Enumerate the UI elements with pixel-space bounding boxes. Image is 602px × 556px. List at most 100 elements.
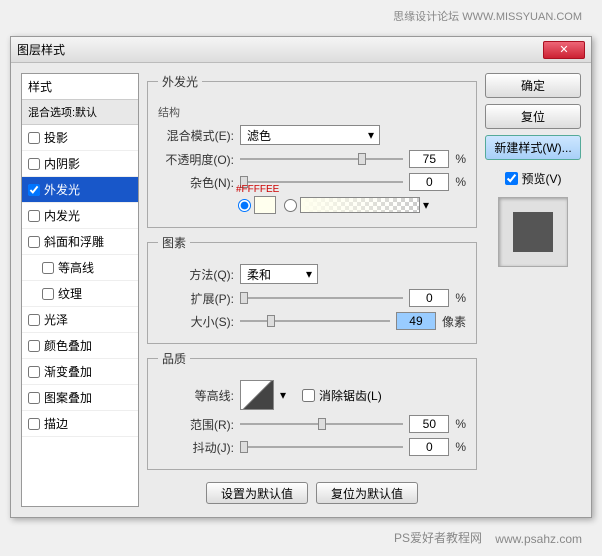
preview-swatch xyxy=(513,212,553,252)
style-item-checkbox[interactable] xyxy=(28,314,40,326)
jitter-label: 抖动(J): xyxy=(158,439,234,456)
color-hex-label: #FFFFEE xyxy=(236,184,279,195)
ok-button[interactable]: 确定 xyxy=(485,73,581,98)
style-item-label: 外发光 xyxy=(44,181,80,198)
style-item-checkbox[interactable] xyxy=(28,392,40,404)
style-item-2[interactable]: 外发光 xyxy=(22,177,138,203)
style-item-checkbox[interactable] xyxy=(42,262,54,274)
style-item-label: 内阴影 xyxy=(44,155,80,172)
opacity-input[interactable] xyxy=(409,150,449,168)
dialog-title: 图层样式 xyxy=(17,41,65,58)
blend-mode-label: 混合模式(E): xyxy=(158,127,234,144)
cancel-button[interactable]: 复位 xyxy=(485,104,581,129)
quality-fieldset: 品质 等高线: ▾ 消除锯齿(L) 范围(R): % 抖动(J): xyxy=(147,350,477,470)
style-item-3[interactable]: 内发光 xyxy=(22,203,138,229)
style-item-5[interactable]: 等高线 xyxy=(22,255,138,281)
spread-unit: % xyxy=(455,291,466,305)
antialias-checkbox[interactable]: 消除锯齿(L) xyxy=(302,387,382,404)
preview-box xyxy=(498,197,568,267)
elements-fieldset: 图素 方法(Q): 柔和 ▾ 扩展(P): % 大小(S): xyxy=(147,234,477,344)
style-item-9[interactable]: 渐变叠加 xyxy=(22,359,138,385)
color-radio[interactable] xyxy=(238,196,276,214)
style-item-label: 光泽 xyxy=(44,311,68,328)
style-item-checkbox[interactable] xyxy=(28,132,40,144)
preview-checkbox[interactable]: 预览(V) xyxy=(485,170,581,187)
contour-label: 等高线: xyxy=(158,387,234,404)
size-unit: 像素 xyxy=(442,313,466,330)
style-item-label: 等高线 xyxy=(58,259,94,276)
range-input[interactable] xyxy=(409,415,449,433)
style-item-checkbox[interactable] xyxy=(42,288,54,300)
size-input[interactable] xyxy=(396,312,436,330)
preview-label: 预览(V) xyxy=(522,170,562,187)
opacity-label: 不透明度(O): xyxy=(158,151,234,168)
layer-style-dialog: 图层样式 ✕ 样式 混合选项:默认 投影内阴影外发光内发光斜面和浮雕等高线纹理光… xyxy=(10,36,592,518)
style-item-1[interactable]: 内阴影 xyxy=(22,151,138,177)
style-item-10[interactable]: 图案叠加 xyxy=(22,385,138,411)
blend-mode-value: 滤色 xyxy=(241,127,301,144)
watermark-top: 思缘设计论坛 WWW.MISSYUAN.COM xyxy=(393,8,582,24)
color-swatch[interactable] xyxy=(254,196,276,214)
style-item-checkbox[interactable] xyxy=(28,340,40,352)
style-item-checkbox[interactable] xyxy=(28,158,40,170)
opacity-unit: % xyxy=(455,152,466,166)
spread-input[interactable] xyxy=(409,289,449,307)
settings-panel: 外发光 结构 混合模式(E): 滤色 ▾ 不透明度(O): % 杂色(N): xyxy=(147,73,477,507)
size-slider[interactable] xyxy=(240,313,390,329)
style-item-label: 投影 xyxy=(44,129,68,146)
style-item-checkbox[interactable] xyxy=(28,210,40,222)
new-style-button[interactable]: 新建样式(W)... xyxy=(485,135,581,160)
style-item-label: 渐变叠加 xyxy=(44,363,92,380)
style-item-label: 描边 xyxy=(44,415,68,432)
style-item-0[interactable]: 投影 xyxy=(22,125,138,151)
jitter-slider[interactable] xyxy=(240,439,403,455)
style-item-6[interactable]: 纹理 xyxy=(22,281,138,307)
technique-label: 方法(Q): xyxy=(158,266,234,283)
opacity-slider[interactable] xyxy=(240,151,403,167)
spread-label: 扩展(P): xyxy=(158,290,234,307)
range-unit: % xyxy=(455,417,466,431)
style-item-label: 纹理 xyxy=(58,285,82,302)
chevron-down-icon: ▾ xyxy=(363,128,379,142)
range-slider[interactable] xyxy=(240,416,403,432)
chevron-down-icon: ▾ xyxy=(301,267,317,281)
gradient-swatch[interactable] xyxy=(300,197,420,213)
size-label: 大小(S): xyxy=(158,313,234,330)
right-panel: 确定 复位 新建样式(W)... 预览(V) xyxy=(485,73,581,507)
panel-title: 外发光 xyxy=(158,73,202,90)
noise-input[interactable] xyxy=(409,173,449,191)
blend-mode-combo[interactable]: 滤色 ▾ xyxy=(240,125,380,145)
chevron-down-icon[interactable]: ▾ xyxy=(280,388,286,402)
style-item-8[interactable]: 颜色叠加 xyxy=(22,333,138,359)
contour-picker[interactable] xyxy=(240,380,274,410)
reset-default-button[interactable]: 复位为默认值 xyxy=(316,482,418,504)
gradient-radio[interactable]: ▾ xyxy=(284,197,429,213)
jitter-unit: % xyxy=(455,440,466,454)
quality-label: 品质 xyxy=(158,350,190,367)
style-list-header[interactable]: 样式 xyxy=(22,74,138,100)
range-label: 范围(R): xyxy=(158,416,234,433)
style-item-checkbox[interactable] xyxy=(28,184,40,196)
style-item-label: 颜色叠加 xyxy=(44,337,92,354)
style-item-label: 斜面和浮雕 xyxy=(44,233,104,250)
blend-options-default[interactable]: 混合选项:默认 xyxy=(22,100,138,125)
chevron-down-icon: ▾ xyxy=(423,198,429,212)
style-item-7[interactable]: 光泽 xyxy=(22,307,138,333)
structure-label: 结构 xyxy=(158,104,466,120)
style-item-11[interactable]: 描边 xyxy=(22,411,138,437)
make-default-button[interactable]: 设置为默认值 xyxy=(206,482,308,504)
style-item-checkbox[interactable] xyxy=(28,366,40,378)
style-list: 样式 混合选项:默认 投影内阴影外发光内发光斜面和浮雕等高线纹理光泽颜色叠加渐变… xyxy=(21,73,139,507)
style-item-4[interactable]: 斜面和浮雕 xyxy=(22,229,138,255)
jitter-input[interactable] xyxy=(409,438,449,456)
style-item-checkbox[interactable] xyxy=(28,418,40,430)
style-item-checkbox[interactable] xyxy=(28,236,40,248)
close-button[interactable]: ✕ xyxy=(543,41,585,59)
titlebar: 图层样式 ✕ xyxy=(11,37,591,63)
technique-value: 柔和 xyxy=(241,266,301,283)
technique-combo[interactable]: 柔和 ▾ xyxy=(240,264,318,284)
outer-glow-fieldset: 外发光 结构 混合模式(E): 滤色 ▾ 不透明度(O): % 杂色(N): xyxy=(147,73,477,228)
antialias-label: 消除锯齿(L) xyxy=(319,387,382,404)
style-item-label: 内发光 xyxy=(44,207,80,224)
spread-slider[interactable] xyxy=(240,290,403,306)
